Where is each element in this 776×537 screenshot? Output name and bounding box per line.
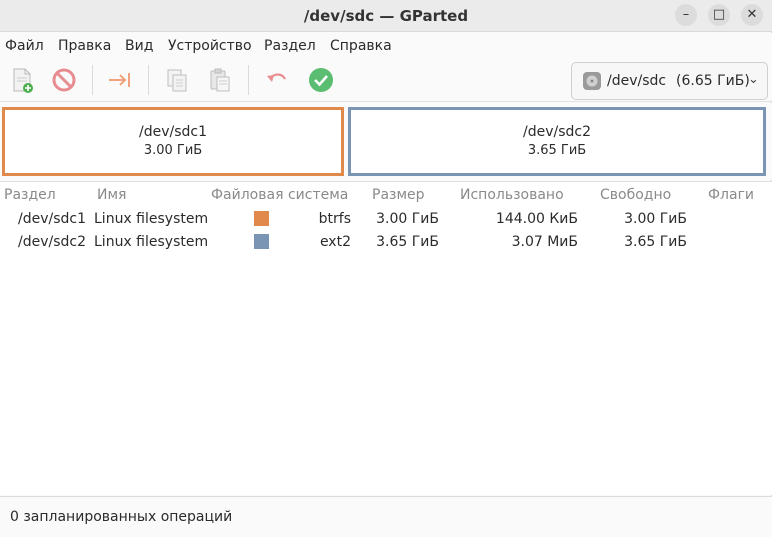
column-header-name[interactable]: Имя bbox=[97, 187, 126, 203]
menu-help[interactable]: Справка bbox=[330, 38, 392, 54]
menu-device[interactable]: Устройство bbox=[168, 38, 252, 54]
table-row[interactable]: /dev/sdc1 Linux filesystem btrfs 3.00 Ги… bbox=[0, 207, 772, 230]
menu-view[interactable]: Вид bbox=[125, 38, 153, 54]
column-header-partition[interactable]: Раздел bbox=[4, 187, 56, 203]
cell-name: Linux filesystem bbox=[94, 211, 209, 227]
filesystem-color-swatch bbox=[254, 234, 269, 249]
resize-move-icon[interactable] bbox=[106, 66, 134, 94]
column-header-size[interactable]: Размер bbox=[372, 187, 425, 203]
cell-filesystem: ext2 bbox=[319, 234, 351, 250]
device-size: (6.65 ГиБ) bbox=[676, 73, 750, 89]
status-bar: 0 запланированных операций bbox=[0, 496, 772, 537]
cell-free: 3.65 ГиБ bbox=[624, 234, 687, 250]
partition-block-name: /dev/sdc1 bbox=[138, 124, 207, 140]
copy-icon[interactable] bbox=[163, 66, 191, 94]
cell-partition: /dev/sdc2 bbox=[18, 234, 87, 250]
partition-block-sdc2[interactable]: /dev/sdc2 3.65 ГиБ bbox=[348, 107, 766, 176]
menu-edit[interactable]: Правка bbox=[58, 38, 111, 54]
apply-icon[interactable] bbox=[307, 66, 335, 94]
device-name: /dev/sdc bbox=[607, 73, 667, 89]
new-partition-icon[interactable] bbox=[8, 66, 36, 94]
minimize-button[interactable]: – bbox=[675, 4, 697, 26]
partition-block-size: 3.65 ГиБ bbox=[527, 143, 587, 158]
delete-partition-icon[interactable] bbox=[50, 66, 78, 94]
table-header: Раздел Имя Файловая система Размер Испол… bbox=[0, 182, 772, 207]
toolbar-separator bbox=[248, 65, 249, 95]
partition-block-size: 3.00 ГиБ bbox=[143, 143, 203, 158]
title-bar: /dev/sdc — GParted – □ ✕ bbox=[0, 0, 772, 32]
menu-partition[interactable]: Раздел bbox=[264, 38, 316, 54]
gparted-window: /dev/sdc — GParted – □ ✕ Файл Правка Вид… bbox=[0, 0, 772, 537]
close-button[interactable]: ✕ bbox=[741, 4, 763, 26]
cell-partition: /dev/sdc1 bbox=[18, 211, 87, 227]
cell-filesystem: btrfs bbox=[318, 211, 351, 227]
partition-block-name: /dev/sdc2 bbox=[522, 124, 591, 140]
paste-icon[interactable] bbox=[206, 66, 234, 94]
window-title: /dev/sdc — GParted bbox=[303, 7, 469, 25]
cell-name: Linux filesystem bbox=[94, 234, 209, 250]
cell-size: 3.65 ГиБ bbox=[376, 234, 439, 250]
pending-operations-status: 0 запланированных операций bbox=[10, 509, 233, 525]
column-header-used[interactable]: Использовано bbox=[460, 187, 564, 203]
column-header-filesystem[interactable]: Файловая система bbox=[211, 187, 348, 203]
column-header-free[interactable]: Свободно bbox=[600, 187, 671, 203]
chevron-down-icon: ⌄ bbox=[748, 72, 759, 87]
menu-bar: Файл Правка Вид Устройство Раздел Справк… bbox=[0, 33, 772, 59]
undo-icon[interactable] bbox=[263, 66, 291, 94]
menu-file[interactable]: Файл bbox=[5, 38, 44, 54]
toolbar-separator bbox=[92, 65, 93, 95]
toolbar: /dev/sdc (6.65 ГиБ) ⌄ bbox=[0, 59, 772, 102]
filesystem-color-swatch bbox=[254, 211, 269, 226]
partition-block-sdc1[interactable]: /dev/sdc1 3.00 ГиБ bbox=[2, 107, 344, 176]
cell-used: 3.07 МиБ bbox=[511, 234, 578, 250]
device-selector[interactable]: /dev/sdc (6.65 ГиБ) ⌄ bbox=[571, 62, 768, 100]
partition-table: Раздел Имя Файловая система Размер Испол… bbox=[0, 181, 772, 495]
cell-free: 3.00 ГиБ bbox=[624, 211, 687, 227]
table-row[interactable]: /dev/sdc2 Linux filesystem ext2 3.65 ГиБ… bbox=[0, 230, 772, 253]
hard-disk-icon bbox=[582, 71, 602, 91]
partition-map: /dev/sdc1 3.00 ГиБ /dev/sdc2 3.65 ГиБ bbox=[0, 103, 772, 180]
column-header-flags[interactable]: Флаги bbox=[708, 187, 754, 203]
cell-used: 144.00 КиБ bbox=[495, 211, 578, 227]
toolbar-separator bbox=[148, 65, 149, 95]
maximize-button[interactable]: □ bbox=[708, 4, 730, 26]
cell-size: 3.00 ГиБ bbox=[376, 211, 439, 227]
